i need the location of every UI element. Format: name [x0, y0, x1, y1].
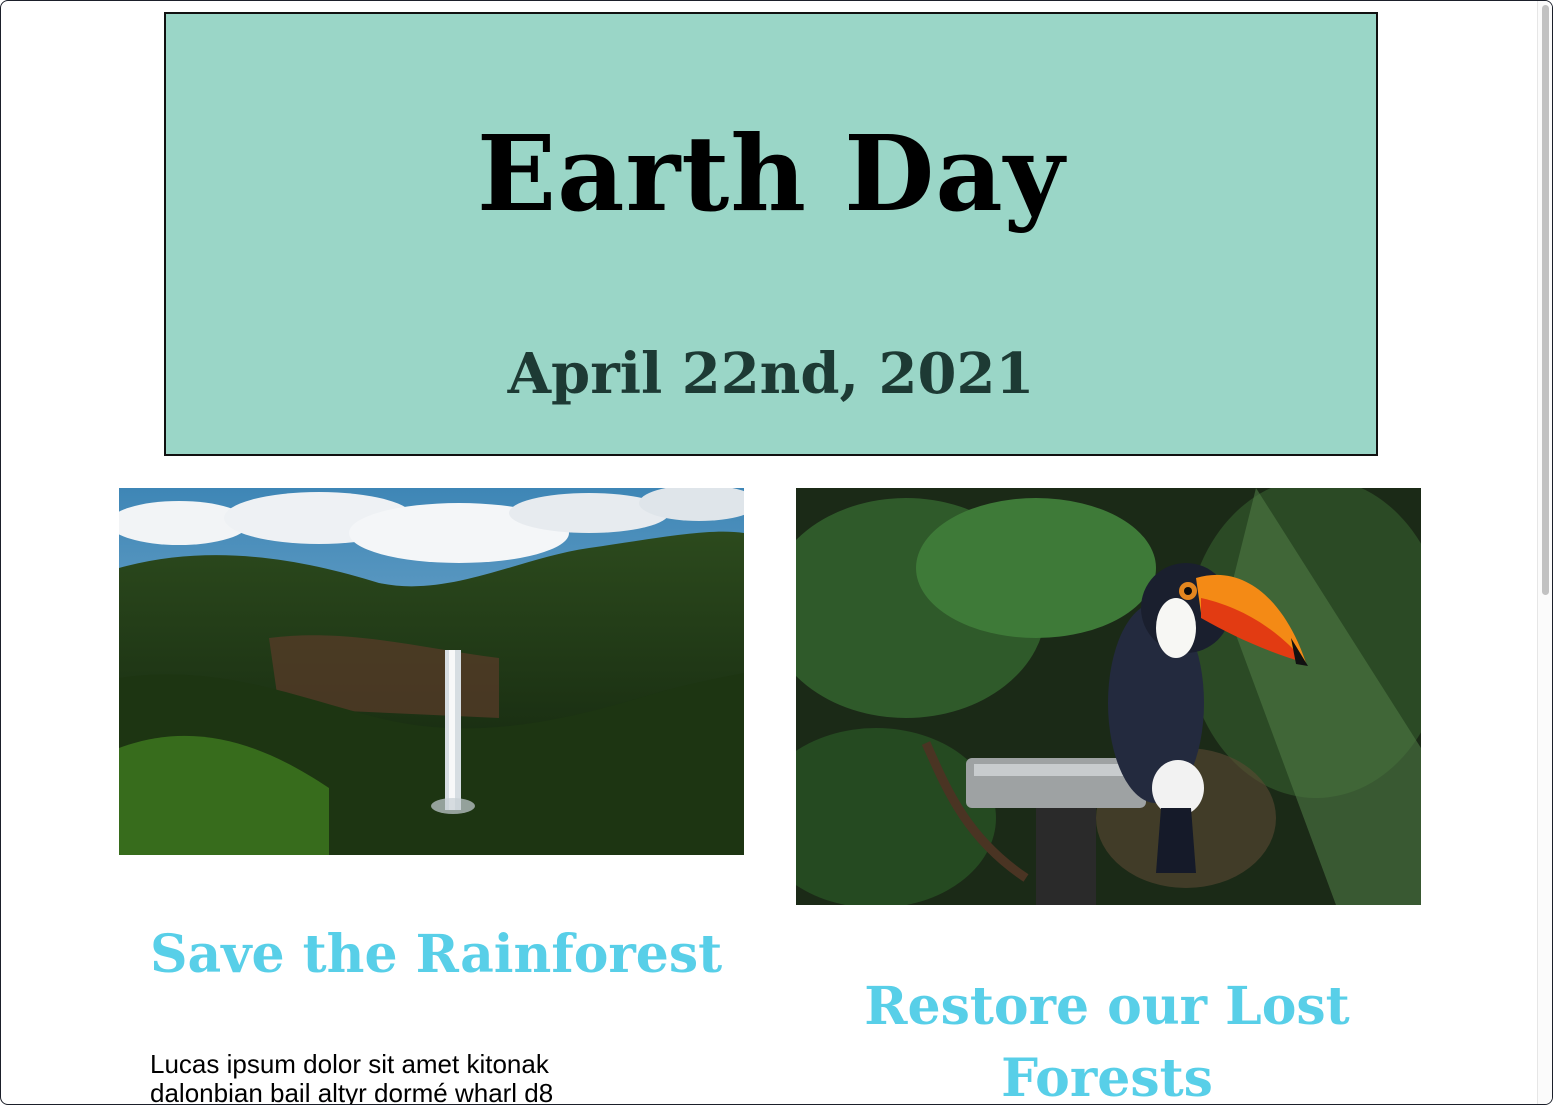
page-title: Earth Day: [476, 112, 1066, 235]
vertical-scrollbar[interactable]: [1537, 1, 1552, 1104]
restore-forests-heading: Restore our Lost Forests: [864, 976, 1350, 1105]
rainforest-waterfall-image: [119, 488, 744, 855]
save-rainforest-heading: Save the Rainforest: [150, 924, 723, 985]
earth-day-banner: Earth Day April 22nd, 2021: [164, 12, 1378, 456]
toucan-image: [796, 488, 1421, 905]
browser-viewport: Earth Day April 22nd, 2021 Save the Rain…: [0, 0, 1553, 1105]
event-date: April 22nd, 2021: [507, 341, 1035, 407]
scrollbar-thumb[interactable]: [1542, 5, 1549, 595]
save-rainforest-body: Lucas ipsum dolor sit amet kitonak dalon…: [150, 1049, 554, 1105]
